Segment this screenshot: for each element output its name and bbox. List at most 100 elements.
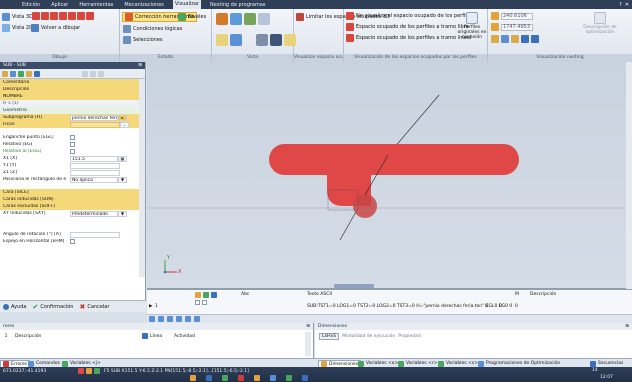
status-warn-icon[interactable] xyxy=(86,368,92,374)
tab-variables-s[interactable]: Variables <s> xyxy=(436,360,480,367)
row-posiciona[interactable]: Posiciona el rectángulo de e No aplica ▼ xyxy=(0,176,140,183)
app-chat-icon[interactable] xyxy=(286,375,292,381)
tab-comandos[interactable]: Comandos xyxy=(26,360,62,367)
tool-circle[interactable] xyxy=(353,194,377,218)
xy-select[interactable]: Predeterminado xyxy=(70,210,118,217)
lock-icon[interactable] xyxy=(195,292,201,298)
no-visualiza-button[interactable]: No visualiza el espacio ocupado de los p… xyxy=(346,12,472,20)
errors-header-linea[interactable]: Línea xyxy=(148,334,172,339)
header-abc[interactable]: Abc xyxy=(241,292,249,299)
row-caras-inducidas[interactable]: Caras inducidas [SON] xyxy=(0,196,140,203)
panel-scrollbar[interactable] xyxy=(139,79,145,277)
app-word-icon[interactable] xyxy=(270,375,276,381)
chevron-down-icon[interactable]: ▼ xyxy=(118,176,127,183)
solid-view-icon[interactable] xyxy=(244,13,256,25)
wire-view-icon[interactable] xyxy=(230,13,242,25)
menu-aplicar[interactable]: Aplicar xyxy=(49,2,70,8)
3d-viewport[interactable]: Y X xyxy=(147,62,632,289)
copy-icon[interactable] xyxy=(82,70,88,77)
num1-field[interactable]: 240.6106 xyxy=(501,12,533,20)
pan-icon[interactable] xyxy=(256,34,268,46)
row-check-1[interactable] xyxy=(195,300,200,305)
row-ficon[interactable]: Ficon … xyxy=(0,121,140,128)
tab-dimensiones[interactable]: Dimensiones xyxy=(318,360,362,367)
vista2d-button[interactable]: Vista 2D xyxy=(2,24,33,32)
viewport-scrollbar[interactable] xyxy=(626,62,632,289)
zoom-icon[interactable] xyxy=(270,34,282,46)
view-5-icon[interactable] xyxy=(185,316,191,322)
category-icon[interactable] xyxy=(18,70,24,77)
help-icon[interactable]: ? xyxy=(619,2,622,8)
status-error-icon[interactable] xyxy=(78,368,84,374)
cancelar-button[interactable]: ✖ Cancelar xyxy=(79,303,109,311)
volver-dibujar-button[interactable]: Volver a dibujar xyxy=(31,24,80,32)
pin-icon[interactable]: ⊞ xyxy=(138,62,142,69)
z-input[interactable] xyxy=(70,169,120,176)
modalidad-label[interactable]: Modalidad de ejecución xyxy=(342,334,395,339)
errors-header-actividad[interactable]: Actividad xyxy=(172,334,195,339)
header-m[interactable]: M xyxy=(515,292,519,299)
nest-2-icon[interactable] xyxy=(501,35,509,43)
subprograma-input[interactable]: pernio derechas feria.ton xyxy=(70,114,118,121)
sort-icon[interactable] xyxy=(211,292,217,298)
view-front-icon[interactable] xyxy=(32,12,40,20)
row-comentario[interactable]: Comentario xyxy=(0,79,140,86)
app-mail-icon[interactable] xyxy=(254,375,260,381)
row-relativo-egg[interactable]: Relativo al [EGG] xyxy=(0,148,140,155)
row-cara[interactable]: Cara [SICE] xyxy=(0,189,140,196)
app-browser-icon[interactable] xyxy=(206,375,212,381)
arrows-icon[interactable] xyxy=(230,34,242,46)
ficon-input[interactable] xyxy=(70,121,120,128)
vista3d-button[interactable]: Vista 3D xyxy=(2,13,33,21)
row-if[interactable]: IF L (1) xyxy=(0,100,140,107)
row-espejo[interactable]: Espejo en Horizontal [EHM] xyxy=(0,238,140,245)
view-2-icon[interactable] xyxy=(158,316,164,322)
nest-3-icon[interactable] xyxy=(511,35,519,43)
flag-icon[interactable] xyxy=(203,292,209,298)
nest-4-icon[interactable] xyxy=(521,35,529,43)
layout-icon[interactable] xyxy=(216,34,228,46)
menu-visualizar[interactable]: Visualizar xyxy=(172,0,201,9)
grid-row-text[interactable]: SUB:TST1=0 LOG1=0 TST2=0 LOG2=0 TST3=0 H… xyxy=(307,304,512,311)
undo-icon[interactable] xyxy=(98,70,104,77)
row-enganche[interactable]: Enganche punto [EGL] xyxy=(0,134,140,141)
row-geometria[interactable]: Geometría xyxy=(0,107,140,114)
app-sheet-icon[interactable] xyxy=(222,375,228,381)
row-descripcion[interactable]: Descripción xyxy=(0,86,140,93)
row-relativo-eg[interactable]: Relativo [EG] xyxy=(0,141,140,148)
folder-icon[interactable]: ▸ xyxy=(118,114,127,121)
num2-field[interactable]: 1747.4953 xyxy=(501,23,533,31)
row-check-2[interactable] xyxy=(202,300,207,305)
tramo-lineal-button[interactable]: Espacio ocupado de los perfiles a tramo … xyxy=(346,34,471,42)
view-back-icon[interactable] xyxy=(41,12,49,20)
chevron-down-icon[interactable]: ▼ xyxy=(118,210,127,217)
pin-icon[interactable]: ⊞ xyxy=(625,323,629,330)
view-4-icon[interactable] xyxy=(176,316,182,322)
menu-herramientas[interactable]: Herramientas xyxy=(77,2,115,8)
close-icon[interactable]: ✕ xyxy=(625,2,629,8)
app-other-icon[interactable] xyxy=(302,375,308,381)
condiciones-logicas-button[interactable]: Condiciones lógicas xyxy=(123,25,182,33)
grid-view-icon[interactable] xyxy=(258,13,270,25)
view-3-icon[interactable] xyxy=(167,316,173,322)
angulo-input[interactable] xyxy=(70,231,120,238)
status-ok-icon[interactable] xyxy=(94,368,100,374)
pin-icon[interactable]: ⊞ xyxy=(306,323,310,330)
errors-scrollbar[interactable] xyxy=(305,332,311,356)
descripcion-optimizacion-button[interactable]: Descripción de optimización xyxy=(580,12,620,35)
calc-icon[interactable]: ▦ xyxy=(118,155,127,162)
nest-5-icon[interactable] xyxy=(531,35,539,43)
view-iso-icon[interactable] xyxy=(86,12,94,20)
header-descripcion[interactable]: Descripción xyxy=(530,292,556,299)
row-angulo[interactable]: Ángulo de rotación (°) [A] xyxy=(0,231,140,238)
view-right-icon[interactable] xyxy=(59,12,67,20)
row-caras-excluidas[interactable]: Caras excluidas [SOFF] xyxy=(0,203,140,210)
espejo-checkbox[interactable] xyxy=(70,239,75,244)
view-1-icon[interactable] xyxy=(149,316,155,322)
box-view-icon[interactable] xyxy=(216,13,228,25)
menu-edicion[interactable]: Edición xyxy=(20,2,42,8)
viewport-splitter[interactable] xyxy=(334,284,374,288)
ayuda-button[interactable]: Ayuda xyxy=(3,303,26,310)
errors-header-desc[interactable]: Descripción xyxy=(12,334,142,339)
filter-icon[interactable] xyxy=(10,70,16,77)
